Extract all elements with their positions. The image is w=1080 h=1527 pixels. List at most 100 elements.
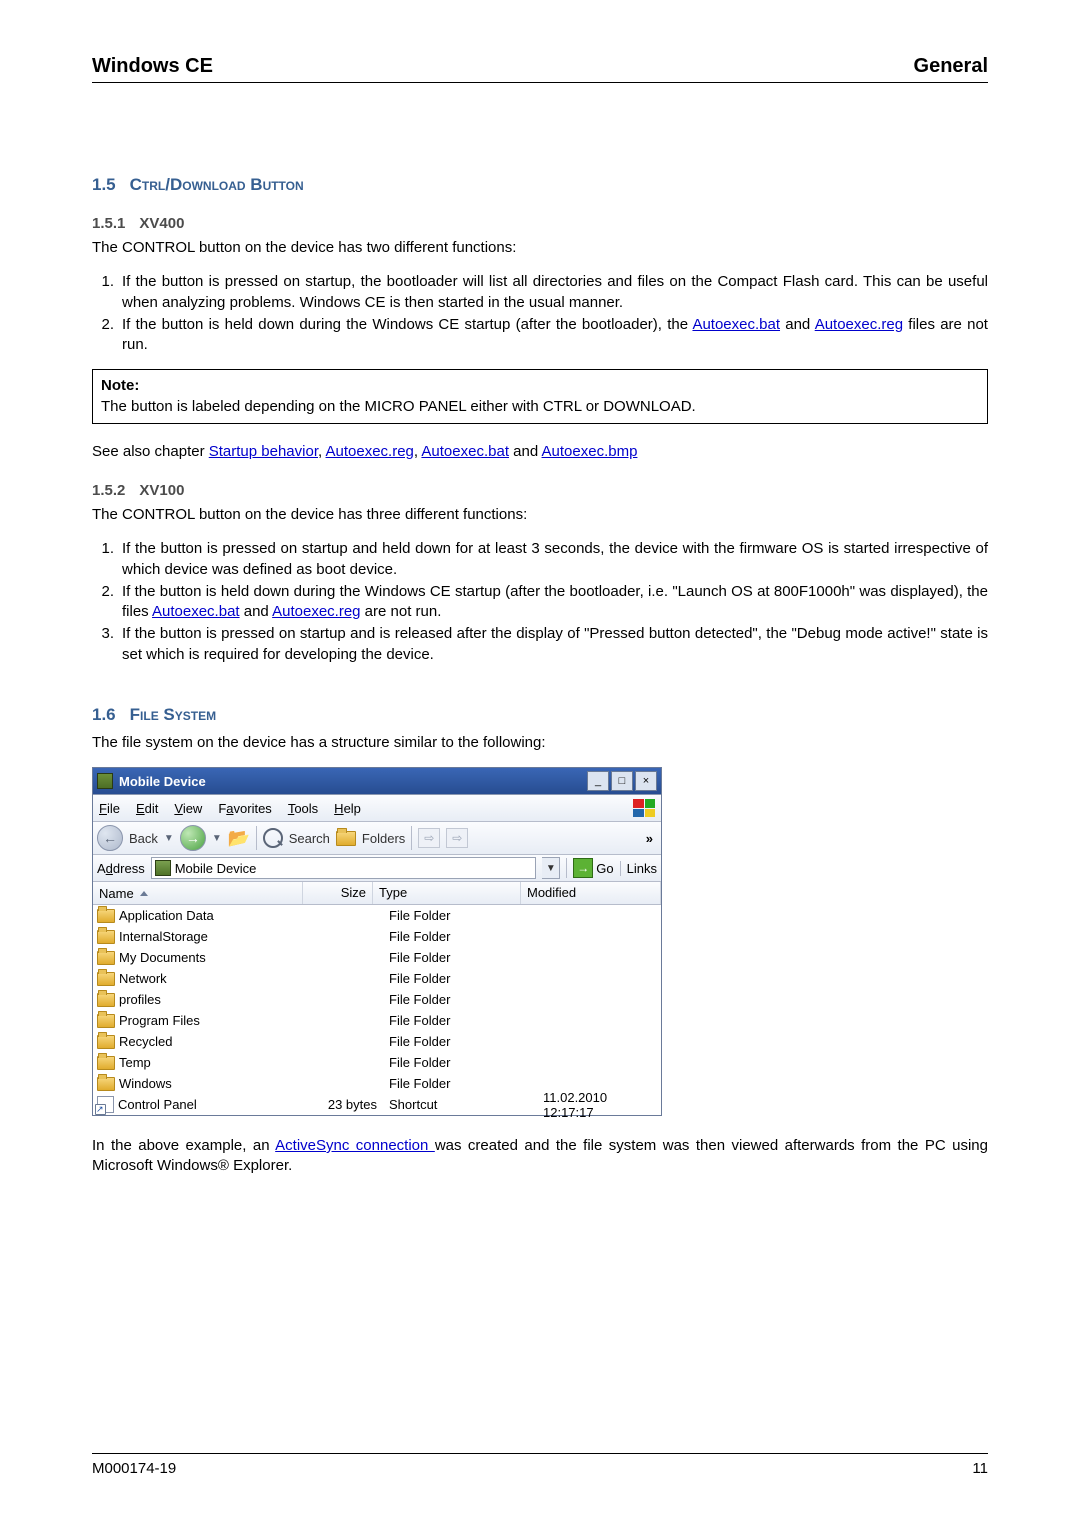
col-header-type[interactable]: Type bbox=[373, 882, 521, 904]
file-type: File Folder bbox=[383, 971, 537, 986]
file-name: Program Files bbox=[119, 1013, 200, 1028]
file-row[interactable]: Program FilesFile Folder bbox=[93, 1010, 661, 1031]
file-name: Temp bbox=[119, 1055, 151, 1070]
move-to-icon[interactable]: ⇨ bbox=[418, 828, 440, 848]
list-text: If the button is pressed on startup and … bbox=[122, 539, 988, 580]
list-item: 2. If the button is held down during the… bbox=[92, 582, 988, 623]
address-field[interactable]: Mobile Device bbox=[151, 857, 537, 879]
link-autoexec-bat[interactable]: Autoexec.bat bbox=[152, 603, 240, 620]
link-autoexec-bmp[interactable]: Autoexec.bmp bbox=[542, 443, 638, 460]
file-name: Application Data bbox=[119, 908, 214, 923]
go-label: Go bbox=[596, 861, 613, 876]
file-modified: 11.02.2010 12:17:17 bbox=[537, 1090, 661, 1120]
link-startup-behavior[interactable]: Startup behavior bbox=[209, 443, 318, 460]
folder-icon bbox=[97, 951, 115, 965]
menu-view[interactable]: View bbox=[174, 801, 202, 816]
file-row[interactable]: Network File Folder bbox=[93, 968, 661, 989]
section-title: Ctrl/Download Button bbox=[130, 175, 304, 195]
folder-icon bbox=[97, 993, 115, 1007]
header-right: General bbox=[914, 55, 988, 78]
file-row[interactable]: Temp File Folder bbox=[93, 1052, 661, 1073]
file-type: File Folder bbox=[383, 908, 537, 923]
address-dropdown-icon[interactable]: ▼ bbox=[542, 857, 560, 879]
link-activesync-connection[interactable]: ActiveSync connection bbox=[275, 1137, 435, 1154]
file-row[interactable]: My DocumentsFile Folder bbox=[93, 947, 661, 968]
col-header-name[interactable]: Name bbox=[93, 882, 303, 904]
xv100-list: 1. If the button is pressed on startup a… bbox=[92, 539, 988, 665]
link-autoexec-reg[interactable]: Autoexec.reg bbox=[326, 443, 414, 460]
title-bar[interactable]: Mobile Device _ □ × bbox=[93, 768, 661, 795]
filesystem-intro: The file system on the device has a stru… bbox=[92, 733, 988, 753]
shortcut-icon bbox=[97, 1096, 114, 1113]
link-autoexec-bat[interactable]: Autoexec.bat bbox=[421, 443, 509, 460]
col-header-size[interactable]: Size bbox=[303, 882, 373, 904]
menu-tools[interactable]: Tools bbox=[288, 801, 318, 816]
xv400-intro: The CONTROL button on the device has two… bbox=[92, 238, 988, 258]
back-button[interactable]: ← bbox=[97, 825, 123, 851]
address-bar: Address Mobile Device ▼ → Go Links bbox=[93, 855, 661, 882]
window-icon bbox=[97, 773, 113, 789]
footer-left: M000174-19 bbox=[92, 1460, 176, 1477]
windows-flag-icon bbox=[633, 799, 655, 817]
back-dropdown-icon[interactable]: ▼ bbox=[164, 833, 174, 844]
xv100-intro: The CONTROL button on the device has thr… bbox=[92, 505, 988, 525]
menu-file[interactable]: File bbox=[99, 801, 120, 816]
list-text: If the button is held down during the Wi… bbox=[122, 582, 988, 623]
file-name: My Documents bbox=[119, 950, 206, 965]
links-button[interactable]: Links bbox=[620, 861, 657, 876]
file-name: Network bbox=[119, 971, 167, 986]
address-icon bbox=[155, 860, 171, 876]
subsection-title: XV100 bbox=[139, 482, 184, 499]
forward-button[interactable]: → bbox=[180, 825, 206, 851]
note-box: Note: The button is labeled depending on… bbox=[92, 369, 988, 424]
file-row[interactable]: profilesFile Folder bbox=[93, 989, 661, 1010]
maximize-button[interactable]: □ bbox=[611, 771, 633, 791]
file-row[interactable]: Application Data File Folder bbox=[93, 905, 661, 926]
list-header: Name Size Type Modified bbox=[93, 882, 661, 905]
file-type: File Folder bbox=[383, 929, 537, 944]
file-row[interactable]: Recycled File Folder bbox=[93, 1031, 661, 1052]
forward-dropdown-icon[interactable]: ▼ bbox=[212, 833, 222, 844]
menu-favorites[interactable]: Favorites bbox=[218, 801, 271, 816]
search-icon[interactable] bbox=[263, 828, 283, 848]
section-number: 1.5 bbox=[92, 175, 116, 195]
window-title: Mobile Device bbox=[119, 774, 587, 789]
address-label: Address bbox=[97, 861, 145, 876]
addr-separator bbox=[566, 858, 567, 878]
link-autoexec-bat[interactable]: Autoexec.bat bbox=[692, 316, 780, 333]
file-type: File Folder bbox=[383, 1076, 537, 1091]
subsection-title: XV400 bbox=[139, 215, 184, 232]
file-name: Control Panel bbox=[118, 1097, 197, 1112]
toolbar-overflow-icon[interactable]: » bbox=[646, 831, 653, 846]
xv400-list: 1. If the button is pressed on startup, … bbox=[92, 272, 988, 355]
close-button[interactable]: × bbox=[635, 771, 657, 791]
file-type: File Folder bbox=[383, 1034, 537, 1049]
file-row[interactable]: InternalStorage File Folder bbox=[93, 926, 661, 947]
file-type: Shortcut bbox=[383, 1097, 537, 1112]
go-button[interactable]: → Go bbox=[573, 858, 613, 878]
page-header: Windows CE General bbox=[92, 55, 988, 83]
file-type: File Folder bbox=[383, 992, 537, 1007]
menu-help[interactable]: Help bbox=[334, 801, 361, 816]
file-list: Application DataFile FolderInternalStora… bbox=[93, 905, 661, 1115]
folder-icon bbox=[97, 1014, 115, 1028]
file-name: Recycled bbox=[119, 1034, 172, 1049]
col-header-modified[interactable]: Modified bbox=[521, 882, 661, 904]
file-type: File Folder bbox=[383, 1055, 537, 1070]
list-item: 3. If the button is pressed on startup a… bbox=[92, 624, 988, 665]
up-folder-icon[interactable]: 📂 bbox=[228, 827, 250, 849]
link-autoexec-reg[interactable]: Autoexec.reg bbox=[272, 603, 360, 620]
file-row[interactable]: Control Panel23 bytesShortcut11.02.2010 … bbox=[93, 1094, 661, 1115]
copy-to-icon[interactable]: ⇨ bbox=[446, 828, 468, 848]
list-number: 2. bbox=[92, 315, 114, 356]
list-number: 3. bbox=[92, 624, 114, 665]
menu-edit[interactable]: Edit bbox=[136, 801, 158, 816]
note-body: The button is labeled depending on the M… bbox=[101, 397, 979, 417]
folder-icon bbox=[97, 1056, 115, 1070]
link-autoexec-reg[interactable]: Autoexec.reg bbox=[815, 316, 903, 333]
file-name: Windows bbox=[119, 1076, 172, 1091]
section-1-5-2-heading: 1.5.2 XV100 bbox=[92, 482, 988, 499]
file-name: InternalStorage bbox=[119, 929, 208, 944]
minimize-button[interactable]: _ bbox=[587, 771, 609, 791]
folders-icon[interactable] bbox=[336, 831, 356, 846]
